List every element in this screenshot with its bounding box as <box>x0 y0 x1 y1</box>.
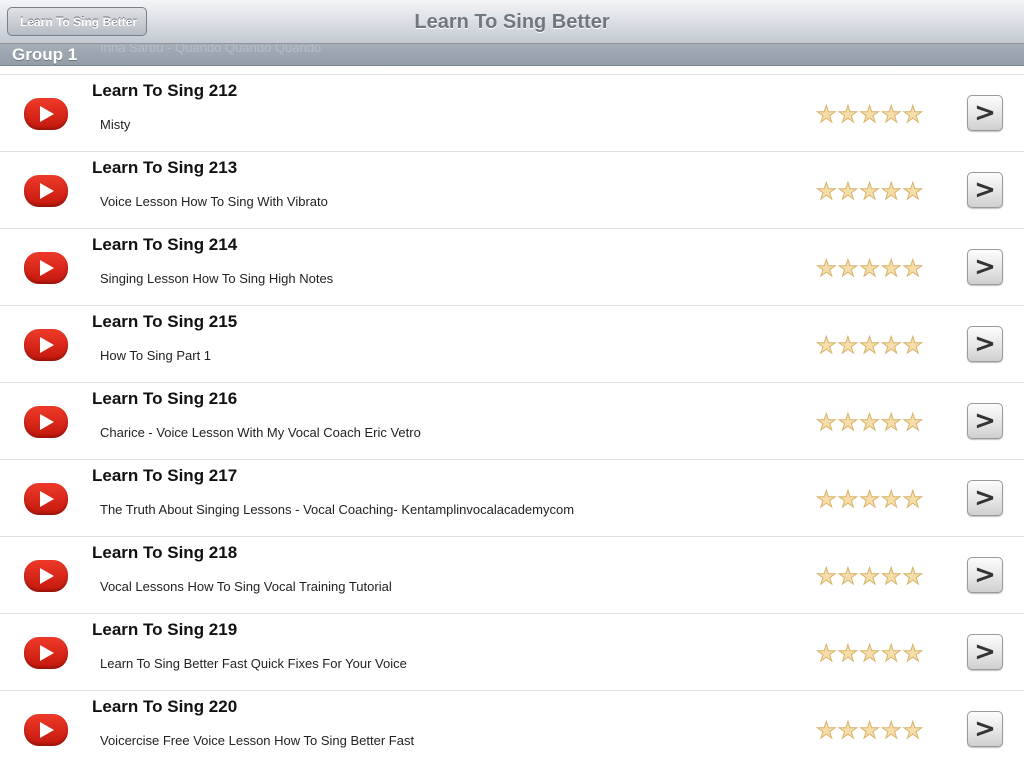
play-icon[interactable] <box>24 252 68 284</box>
star-rating: ★★★★★ <box>815 101 925 127</box>
star-rating: ★★★★★ <box>815 255 925 281</box>
item-title: Learn To Sing 215 <box>92 312 238 331</box>
video-list: Learn To Sing 212 Misty ★★★★★ > Learn To… <box>0 74 1024 767</box>
play-icon[interactable] <box>24 637 68 669</box>
item-subtitle: The Truth About Singing Lessons - Vocal … <box>100 502 575 517</box>
list-item[interactable]: Learn To Sing 212 Misty ★★★★★ > <box>0 74 1024 151</box>
star-rating: ★★★★★ <box>815 486 925 512</box>
chevron-right-icon[interactable]: > <box>967 172 1003 208</box>
list-item[interactable]: Learn To Sing 214 Singing Lesson How To … <box>0 228 1024 305</box>
chevron-right-icon[interactable]: > <box>967 249 1003 285</box>
item-title: Learn To Sing 216 <box>92 389 238 408</box>
chevron-right-icon[interactable]: > <box>967 95 1003 131</box>
item-subtitle: Misty <box>100 117 131 132</box>
item-title: Learn To Sing 213 <box>92 158 238 177</box>
star-rating: ★★★★★ <box>815 178 925 204</box>
item-subtitle: Voice Lesson How To Sing With Vibrato <box>100 194 328 209</box>
section-title: Group 1 <box>12 45 78 64</box>
item-subtitle: Singing Lesson How To Sing High Notes <box>100 271 334 286</box>
list-item[interactable]: Learn To Sing 216 Charice - Voice Lesson… <box>0 382 1024 459</box>
list-item[interactable]: Learn To Sing 219 Learn To Sing Better F… <box>0 613 1024 690</box>
star-rating: ★★★★★ <box>815 640 925 666</box>
play-icon[interactable] <box>24 714 68 746</box>
navigation-bar: Learn To Sing Better Learn To Sing Bette… <box>0 0 1024 44</box>
chevron-right-icon[interactable]: > <box>967 480 1003 516</box>
page-title: Learn To Sing Better <box>414 11 610 33</box>
star-rating: ★★★★★ <box>815 563 925 589</box>
list-item[interactable]: Learn To Sing 218 Vocal Lessons How To S… <box>0 536 1024 613</box>
play-icon[interactable] <box>24 560 68 592</box>
chevron-right-icon[interactable]: > <box>967 403 1003 439</box>
item-subtitle: Vocal Lessons How To Sing Vocal Training… <box>100 579 392 594</box>
list-item[interactable]: Learn To Sing 215 How To Sing Part 1 ★★★… <box>0 305 1024 382</box>
play-icon[interactable] <box>24 329 68 361</box>
item-subtitle: Voicercise Free Voice Lesson How To Sing… <box>100 733 415 748</box>
item-title: Learn To Sing 220 <box>92 697 238 716</box>
item-subtitle: Learn To Sing Better Fast Quick Fixes Fo… <box>100 656 407 671</box>
list-item[interactable]: Learn To Sing 217 The Truth About Singin… <box>0 459 1024 536</box>
star-rating: ★★★★★ <box>815 409 925 435</box>
item-title: Learn To Sing 219 <box>92 620 238 639</box>
list-item[interactable]: Learn To Sing 220 Voicercise Free Voice … <box>0 690 1024 767</box>
play-icon[interactable] <box>24 406 68 438</box>
chevron-right-icon[interactable]: > <box>967 634 1003 670</box>
item-title: Learn To Sing 212 <box>92 81 238 100</box>
item-title: Learn To Sing 217 <box>92 466 238 485</box>
play-icon[interactable] <box>24 483 68 515</box>
star-rating: ★★★★★ <box>815 332 925 358</box>
item-title: Learn To Sing 218 <box>92 543 238 562</box>
chevron-right-icon[interactable]: > <box>967 557 1003 593</box>
chevron-right-icon[interactable]: > <box>967 711 1003 747</box>
star-rating: ★★★★★ <box>815 717 925 743</box>
chevron-right-icon[interactable]: > <box>967 326 1003 362</box>
item-subtitle: Charice - Voice Lesson With My Vocal Coa… <box>100 425 421 440</box>
list-item[interactable]: Learn To Sing 213 Voice Lesson How To Si… <box>0 151 1024 228</box>
section-header: Inna Sarbu - Quando Quando Quando Group … <box>0 44 1024 66</box>
scrolled-row-text: Inna Sarbu - Quando Quando Quando <box>100 44 322 55</box>
item-title: Learn To Sing 214 <box>92 235 238 254</box>
item-subtitle: How To Sing Part 1 <box>100 348 212 363</box>
play-icon[interactable] <box>24 175 68 207</box>
play-icon[interactable] <box>24 98 68 130</box>
